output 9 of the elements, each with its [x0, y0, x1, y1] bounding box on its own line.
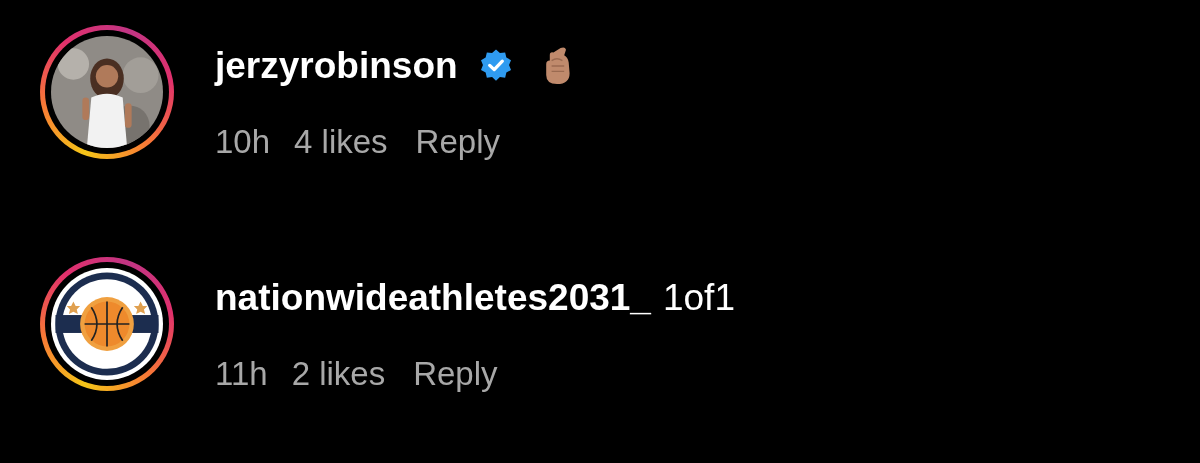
like-count[interactable]: 4 likes — [294, 117, 388, 167]
comment-text: 1of1 — [662, 275, 735, 320]
username[interactable]: jerzyrobinson — [215, 38, 458, 94]
comment-time: 11h — [215, 353, 268, 394]
comment-time: 10h — [215, 122, 271, 162]
username[interactable]: nationwideathletes2031_ — [215, 269, 651, 326]
reply-button[interactable]: Reply — [415, 117, 500, 167]
reply-button[interactable]: Reply — [413, 348, 498, 398]
like-count[interactable]: 2 likes — [291, 348, 386, 398]
